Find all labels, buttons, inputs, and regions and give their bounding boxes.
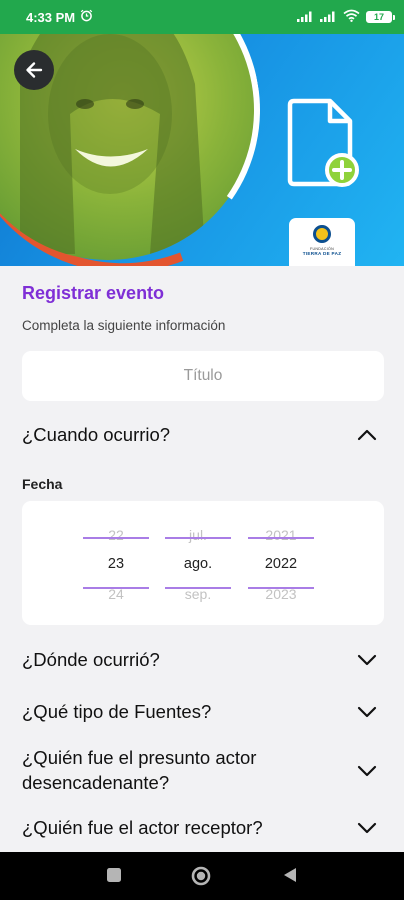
date-label: Fecha	[22, 476, 63, 492]
battery-icon: 17	[366, 11, 395, 23]
page-subtitle: Completa la siguiente información	[22, 318, 226, 333]
year-prev[interactable]: 2021	[248, 527, 314, 543]
seal-icon	[313, 225, 331, 243]
year-picker[interactable]: 2021 2022 2023	[248, 501, 314, 625]
chevron-down-icon[interactable]	[356, 701, 378, 723]
chevron-down-icon[interactable]	[356, 760, 378, 782]
title-input[interactable]	[22, 351, 384, 401]
section-when[interactable]: ¿Cuando ocurrio?	[22, 423, 384, 448]
day-picker[interactable]: 22 23 24	[83, 501, 149, 625]
signal-icon	[297, 10, 314, 25]
month-selected[interactable]: ago.	[165, 556, 231, 572]
chevron-up-icon[interactable]	[356, 424, 378, 446]
logo: FUNDACIÓN TIERRA DE PAZ	[289, 218, 355, 266]
picker-line	[165, 537, 231, 539]
year-next[interactable]: 2023	[248, 586, 314, 602]
section-sources[interactable]: ¿Qué tipo de Fuentes?	[22, 700, 384, 725]
chevron-down-icon[interactable]	[356, 817, 378, 839]
document-plus-icon	[286, 96, 362, 193]
hero-banner: FUNDACIÓN TIERRA DE PAZ	[0, 34, 404, 266]
system-nav-bar	[0, 852, 404, 900]
picker-line	[83, 537, 149, 539]
section-sources-label: ¿Qué tipo de Fuentes?	[22, 701, 212, 722]
month-picker[interactable]: jul. ago. sep.	[165, 501, 231, 625]
month-next[interactable]: sep.	[165, 586, 231, 602]
section-trigger-actor[interactable]: ¿Quién fue el presunto actor desencadena…	[22, 746, 384, 795]
logo-name: TIERRA DE PAZ	[302, 251, 342, 256]
month-prev[interactable]: jul.	[165, 527, 231, 543]
date-picker[interactable]: 22 23 24 jul. ago. sep. 2021 2022 2023	[22, 501, 384, 625]
back-button[interactable]	[14, 50, 54, 90]
day-next[interactable]: 24	[83, 586, 149, 602]
page-title: Registrar evento	[22, 283, 165, 303]
section-where[interactable]: ¿Dónde ocurrió?	[22, 648, 384, 673]
section-receiver-actor-label: ¿Quién fue el actor receptor?	[22, 817, 263, 838]
section-where-label: ¿Dónde ocurrió?	[22, 649, 160, 670]
triangle-back-icon[interactable]	[281, 865, 299, 890]
picker-line	[248, 537, 314, 539]
arrow-left-icon	[26, 62, 43, 78]
day-prev[interactable]: 22	[83, 527, 149, 543]
section-receiver-actor[interactable]: ¿Quién fue el actor receptor?	[22, 816, 384, 841]
chevron-down-icon[interactable]	[356, 649, 378, 671]
wifi-icon	[343, 9, 360, 25]
section-when-label: ¿Cuando ocurrio?	[22, 424, 171, 445]
signal-icon	[320, 10, 337, 25]
section-trigger-actor-label: ¿Quién fue el presunto actor desencadena…	[22, 747, 257, 793]
status-time: 4:33 PM	[26, 9, 76, 25]
form-content: Registrar evento Completa la siguiente i…	[0, 266, 404, 852]
alarm-icon	[80, 9, 93, 25]
day-selected[interactable]: 23	[83, 556, 149, 572]
square-icon[interactable]	[105, 865, 123, 890]
year-selected[interactable]: 2022	[248, 556, 314, 572]
status-bar: 4:33 PM 17	[0, 0, 404, 34]
circle-icon[interactable]	[190, 865, 212, 892]
